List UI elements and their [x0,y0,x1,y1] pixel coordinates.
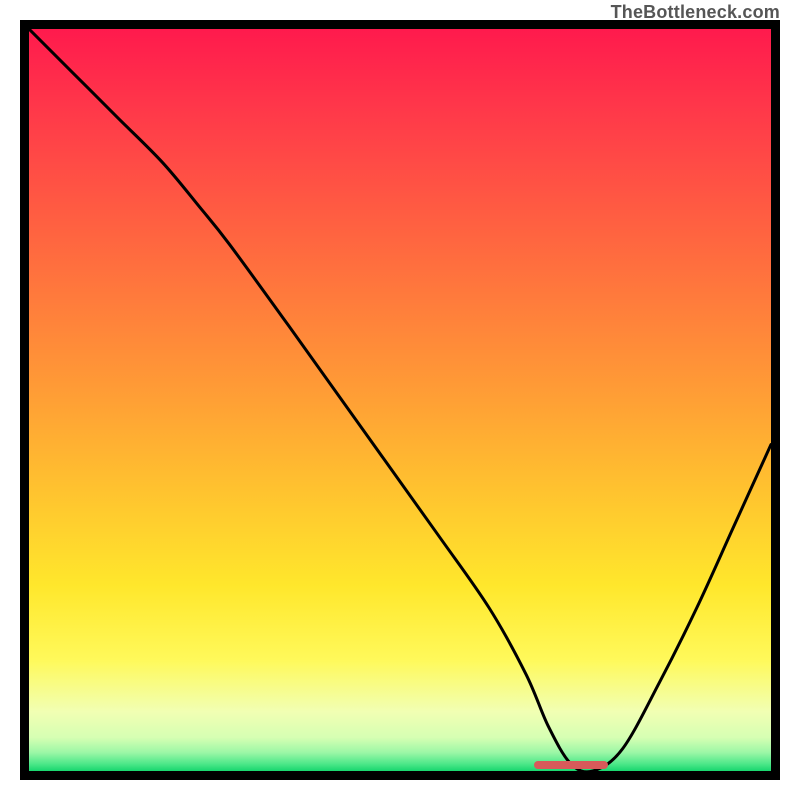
optimal-range-marker [534,761,608,769]
gradient-background [29,29,771,771]
plot-area [20,20,780,780]
chart-container: TheBottleneck.com [0,0,800,800]
